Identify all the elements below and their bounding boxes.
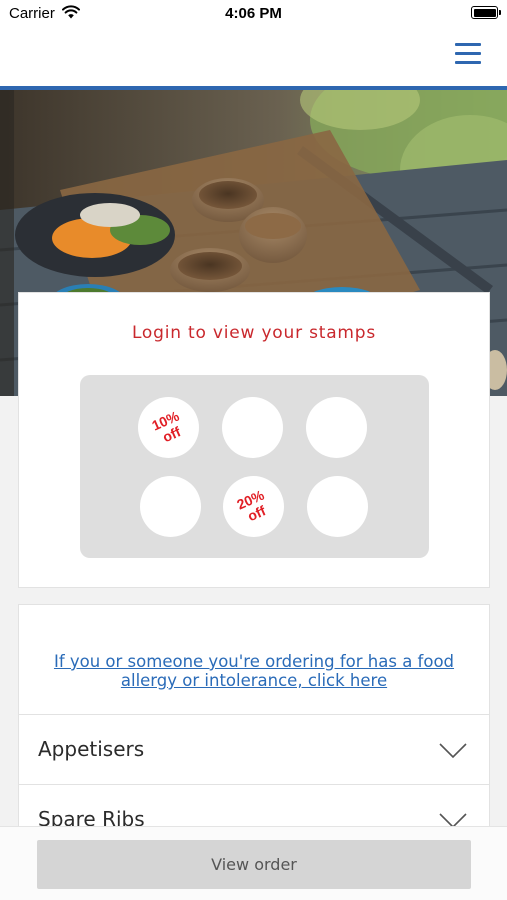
stamp-reward-label [296,387,377,468]
category-row-appetisers[interactable]: Appetisers [19,714,489,784]
stamp-slot [307,476,368,537]
view-order-button[interactable]: View order [37,840,471,889]
stamp-reward-label: 10% off [149,407,183,445]
stamp-reward-label [130,466,211,547]
hamburger-menu-icon[interactable] [455,40,483,66]
stamp-grid: 10% off 20% off [80,375,429,558]
menu-card: If you or someone you're ordering for ha… [18,604,490,844]
stamp-slot: 10% off [138,397,199,458]
category-label: Appetisers [38,737,145,761]
stamp-card: Login to view your stamps 10% off 20% of… [18,292,490,588]
stamp-reward-label: 20% off [234,486,268,524]
app-header [0,28,507,86]
stamp-slot [222,397,283,458]
chevron-down-icon [439,743,467,763]
status-time: 4:06 PM [225,5,282,22]
stamp-slot: 20% off [223,476,284,537]
stamp-reward-label [212,387,293,468]
stamp-slot [306,397,367,458]
allergy-info-link[interactable]: If you or someone you're ordering for ha… [39,652,469,690]
stamp-slot [140,476,201,537]
stamp-reward-label [297,466,378,547]
status-bar: Carrier 4:06 PM [0,0,507,28]
battery-icon [471,6,501,19]
bottom-bar: View order [0,826,507,900]
login-to-view-stamps-link[interactable]: Login to view your stamps [19,323,489,343]
